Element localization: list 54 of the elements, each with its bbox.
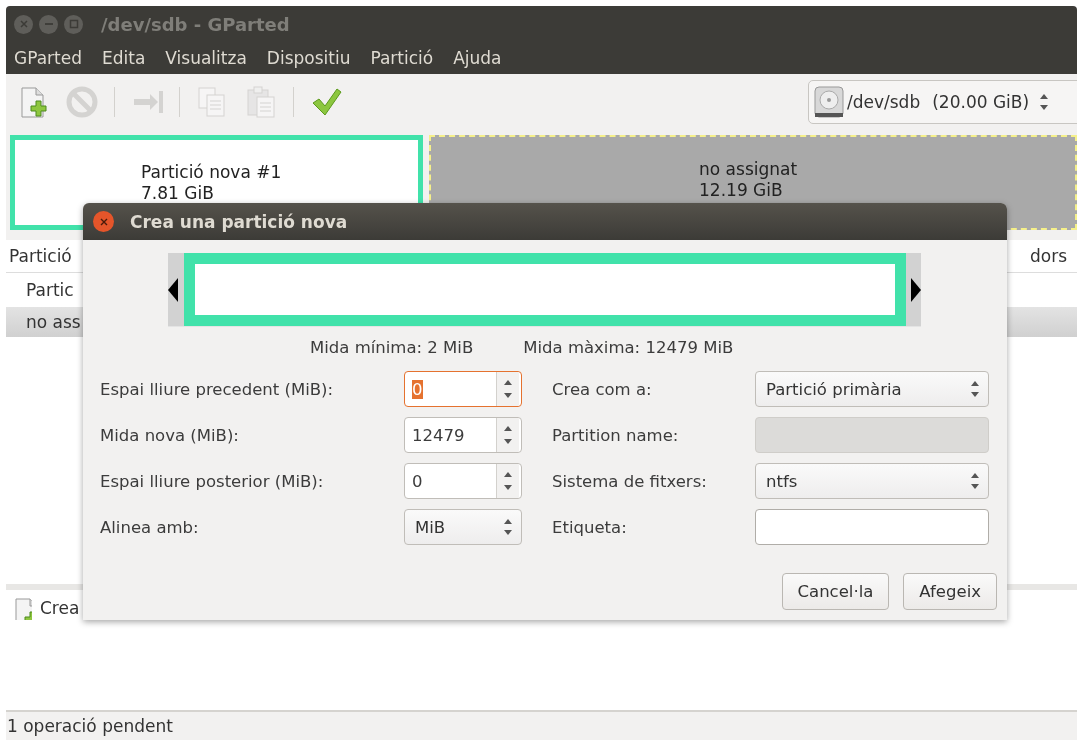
dropdown[interactable]: Partició primària <box>755 371 989 407</box>
field-label: Partition name: <box>552 425 680 445</box>
paste-icon <box>244 85 278 119</box>
field-label: Mida nova (MiB): <box>100 425 240 445</box>
dropdown[interactable]: ntfs <box>755 463 989 499</box>
field-label: Espai lliure precedent (MiB): <box>100 379 335 399</box>
field-label: Alinea amb: <box>100 517 200 537</box>
minimum-size-label: Mida mínima: 2 MiB <box>310 338 474 357</box>
spin-arrows-icon <box>970 379 980 399</box>
left-handle-icon <box>168 277 178 302</box>
menu-item[interactable]: Partició <box>370 48 434 68</box>
maximize-button[interactable] <box>64 14 83 34</box>
dialog-button[interactable]: Afegeix <box>903 573 997 610</box>
window-title: /dev/sdb - GParted <box>101 13 290 35</box>
menu-item[interactable]: Visualitza <box>165 48 247 68</box>
spin-arrows-icon <box>503 517 513 537</box>
field-label: Espai lliure posterior (MiB): <box>100 471 325 491</box>
spin-field[interactable]: 0 <box>404 463 522 499</box>
menu-item[interactable]: GParted <box>14 48 82 68</box>
close-button[interactable] <box>93 211 114 232</box>
partition-size: 12.19 GiB <box>699 180 784 201</box>
partition-size: 7.81 GiB <box>141 183 215 204</box>
column-header[interactable]: Partició <box>9 246 72 266</box>
spin-field[interactable]: 12479 <box>404 417 522 453</box>
cancel-icon <box>65 85 99 119</box>
field-label: Crea com a: <box>552 379 653 399</box>
minimize-button[interactable] <box>39 14 58 34</box>
partition-resizer[interactable] <box>168 253 921 327</box>
column-header[interactable]: dors <box>1029 246 1067 266</box>
text-field[interactable] <box>755 509 989 545</box>
maximum-size-label: Mida màxima: 12479 MiB <box>523 338 734 357</box>
menu-item[interactable]: Dispositiu <box>266 48 351 68</box>
spin-arrows-icon <box>503 378 513 400</box>
right-handle-icon <box>911 277 921 302</box>
close-icon <box>18 19 29 29</box>
device-selector[interactable]: /dev/sdb (20.00 GiB) <box>808 80 1077 124</box>
field-label: Etiqueta: <box>552 517 628 537</box>
partition-name: Partició nova #1 <box>141 162 283 183</box>
spin-arrows-icon <box>503 470 513 492</box>
dropdown[interactable]: MiB <box>404 509 522 545</box>
spin-arrows-icon <box>970 471 980 491</box>
field-label: Sistema de fitxers: <box>552 471 708 491</box>
dialog-title: Crea una partició nova <box>130 211 348 232</box>
menu-item[interactable]: Edita <box>102 48 146 68</box>
spin-arrows-icon <box>503 424 513 446</box>
operation-item[interactable]: Crea <box>40 598 80 618</box>
status-bar: 1 operació pendent <box>6 710 1077 740</box>
dialog-button[interactable]: Cancel·la <box>781 573 890 610</box>
partition-name: no assignat <box>699 159 799 180</box>
spin-arrows-icon <box>1039 92 1050 112</box>
close-button[interactable] <box>14 14 33 34</box>
close-icon <box>98 216 109 227</box>
menu-item[interactable]: Ajuda <box>453 48 502 68</box>
maximize-icon <box>68 19 79 29</box>
